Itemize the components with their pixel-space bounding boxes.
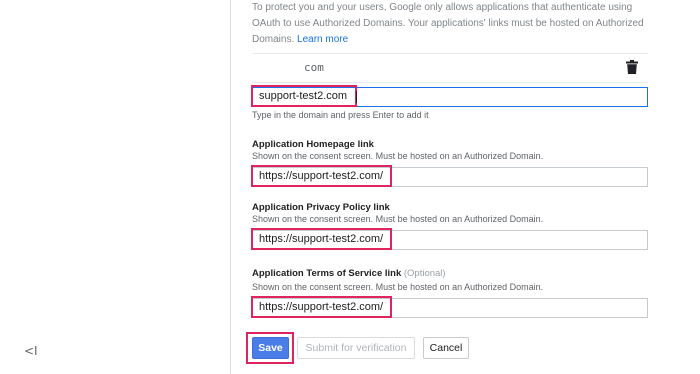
homepage-value: https://support-test2.com/	[259, 170, 384, 182]
authorized-domains-intro: To protect you and your users, Google on…	[252, 0, 652, 48]
trash-icon[interactable]	[626, 60, 638, 74]
learn-more-link[interactable]: Learn more	[297, 34, 348, 45]
collapse-panel-icon[interactable]: <I	[24, 344, 38, 358]
submit-for-verification-button[interactable]: Submit for verification	[297, 337, 415, 359]
terms-value: https://support-test2.com/	[259, 301, 384, 313]
text-cursor	[356, 91, 357, 103]
terms-optional-tag: (Optional)	[403, 268, 446, 279]
left-panel: <I	[0, 0, 231, 374]
new-domain-hint: Type in the domain and press Enter to ad…	[252, 110, 429, 120]
privacy-label: Application Privacy Policy link	[252, 202, 390, 213]
cancel-button[interactable]: Cancel	[423, 337, 469, 359]
authorized-domain-row: com	[252, 53, 648, 83]
save-button[interactable]: Save	[252, 337, 289, 359]
privacy-input[interactable]: https://support-test2.com/	[251, 228, 648, 250]
new-domain-value: support-test2.com	[259, 90, 348, 102]
homepage-input[interactable]: https://support-test2.com/	[251, 165, 648, 187]
privacy-value: https://support-test2.com/	[259, 233, 384, 245]
terms-label: Application Terms of Service link (Optio…	[252, 268, 446, 279]
terms-input[interactable]: https://support-test2.com/	[251, 296, 648, 318]
authorized-domain-value: com	[304, 61, 324, 74]
homepage-sublabel: Shown on the consent screen. Must be hos…	[252, 151, 544, 161]
terms-sublabel: Shown on the consent screen. Must be hos…	[252, 282, 544, 292]
terms-label-text: Application Terms of Service link	[252, 268, 402, 279]
homepage-label: Application Homepage link	[252, 139, 374, 150]
privacy-sublabel: Shown on the consent screen. Must be hos…	[252, 214, 544, 224]
new-domain-input[interactable]: support-test2.com	[251, 85, 648, 107]
